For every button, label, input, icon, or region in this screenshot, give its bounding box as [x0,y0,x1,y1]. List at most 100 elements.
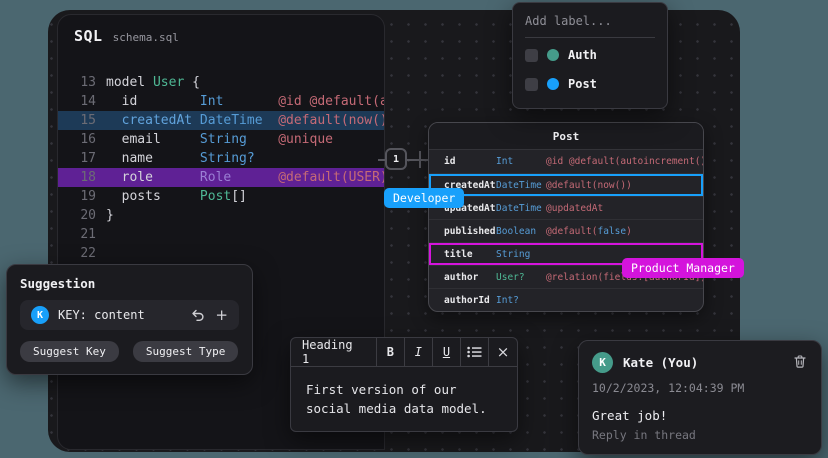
comment-body: Great job! [592,408,808,423]
line-number: 21 [58,225,96,244]
relation-cardinality-tick [419,151,421,168]
field-type: Int [496,156,546,167]
comment-panel: K Kate (You) 10/2/2023, 12:04:39 PM Grea… [578,340,822,455]
line-number: 18 [58,168,96,187]
avatar: K [592,352,613,373]
table-row[interactable]: idInt@id @default(autoincrement()) [429,150,703,173]
table-row[interactable]: createdAtDateTime@default(now()) [429,173,703,196]
code-line[interactable]: 21 [58,225,384,244]
label-option-text: Auth [568,48,597,62]
field-type: DateTime [496,203,546,214]
code-text: posts Post[] [96,187,247,206]
suggestion-title: Suggestion [20,276,239,291]
editor-header: SQL schema.sql [58,15,384,45]
field-name: id [444,156,496,167]
label-color-dot [547,49,559,61]
user-label-developer[interactable]: Developer [384,188,464,208]
code-line[interactable]: 18 role Role @default(USER) [58,168,384,187]
label-option-text: Post [568,77,597,91]
field-name: published [444,226,496,237]
field-attributes: @id @default(autoincrement()) [546,156,703,167]
field-type: User? [496,272,546,283]
field-type: DateTime [496,180,546,191]
add-label-input[interactable]: Add label... [525,12,655,38]
note-editor-panel: Heading 1 B I U × First version of our s… [290,337,518,432]
code-line[interactable]: 16 email String @unique [58,130,384,149]
close-icon[interactable]: × [489,338,517,366]
field-name: title [444,249,496,260]
bullet-list-icon[interactable] [461,338,489,366]
relation-cardinality-badge: 1 [385,148,407,170]
line-number: 20 [58,206,96,225]
line-number: 15 [58,111,96,130]
user-label-product-manager[interactable]: Product Manager [622,258,744,278]
line-number: 17 [58,149,96,168]
post-table-title: Post [429,123,703,150]
underline-button[interactable]: U [433,338,461,366]
code-text: id Int @id @default(autoincrement()) [96,92,385,111]
code-text: name String? [96,149,255,168]
code-text [96,225,106,244]
add-label-popover: Add label... Auth Post [512,2,668,109]
code-line[interactable]: 15 createdAt DateTime @default(now()) [58,111,384,130]
heading-select[interactable]: Heading 1 [291,338,377,366]
code-text: email String @unique [96,130,333,149]
code-line[interactable]: 13model User { [58,73,384,92]
reply-in-thread-link[interactable]: Reply in thread [592,428,808,442]
field-attributes: @default(false) [546,226,632,237]
code-area[interactable]: 13model User {14 id Int @id @default(aut… [58,73,384,263]
post-table-rows: idInt@id @default(autoincrement())create… [429,150,703,311]
line-number: 16 [58,130,96,149]
table-row[interactable]: publishedBoolean@default(false) [429,219,703,242]
code-line[interactable]: 17 name String? [58,149,384,168]
comment-header: K Kate (You) [592,352,808,373]
table-row[interactable]: authorIdInt? [429,288,703,311]
editor-title: SQL [74,27,103,45]
line-number: 14 [58,92,96,111]
comment-author: Kate (You) [623,355,794,370]
code-text: model User { [96,73,200,92]
checkbox[interactable] [525,78,538,91]
add-icon[interactable]: + [215,308,228,323]
suggestion-key-text: KEY: content [58,308,182,322]
italic-button[interactable]: I [405,338,433,366]
undo-icon[interactable] [191,309,205,322]
label-color-dot [547,78,559,90]
code-text: createdAt DateTime @default(now()) [96,111,385,130]
checkbox[interactable] [525,49,538,62]
field-name: authorId [444,295,496,306]
note-toolbar: Heading 1 B I U × [291,338,517,367]
bold-button[interactable]: B [377,338,405,366]
line-number: 22 [58,244,96,263]
field-type: Boolean [496,226,546,237]
note-text-line: social media data model. [306,399,502,418]
line-number: 19 [58,187,96,206]
suggestion-buttons: Suggest Key Suggest Type [20,341,239,362]
field-type: Int? [496,295,546,306]
note-text-line: First version of our [306,380,502,399]
code-line[interactable]: 19 posts Post[] [58,187,384,206]
code-text: role Role @default(USER) [96,168,385,187]
table-row[interactable]: updatedAtDateTime@updatedAt [429,196,703,219]
editor-filename: schema.sql [113,31,179,44]
code-line[interactable]: 14 id Int @id @default(autoincrement()) [58,92,384,111]
field-type: String [496,249,546,260]
post-table[interactable]: Post idInt@id @default(autoincrement())c… [428,122,704,312]
code-line[interactable]: 20} [58,206,384,225]
code-line[interactable]: 22 [58,244,384,263]
field-name: author [444,272,496,283]
field-attributes: @updatedAt [546,203,603,214]
label-option-auth[interactable]: Auth [525,43,655,67]
field-attributes: @default(now()) [546,180,632,191]
workspace: SQL schema.sql 13model User {14 id Int @… [0,0,828,458]
code-text [96,244,106,263]
comment-timestamp: 10/2/2023, 12:04:39 PM [592,381,808,395]
trash-icon[interactable] [794,353,806,372]
label-option-post[interactable]: Post [525,72,655,96]
suggest-key-button[interactable]: Suggest Key [20,341,119,362]
line-number: 13 [58,73,96,92]
suggestion-panel: Suggestion K KEY: content + Suggest Key … [6,264,253,375]
suggestion-item[interactable]: K KEY: content + [20,300,239,330]
note-text[interactable]: First version of our social media data m… [291,367,517,431]
suggest-type-button[interactable]: Suggest Type [133,341,238,362]
